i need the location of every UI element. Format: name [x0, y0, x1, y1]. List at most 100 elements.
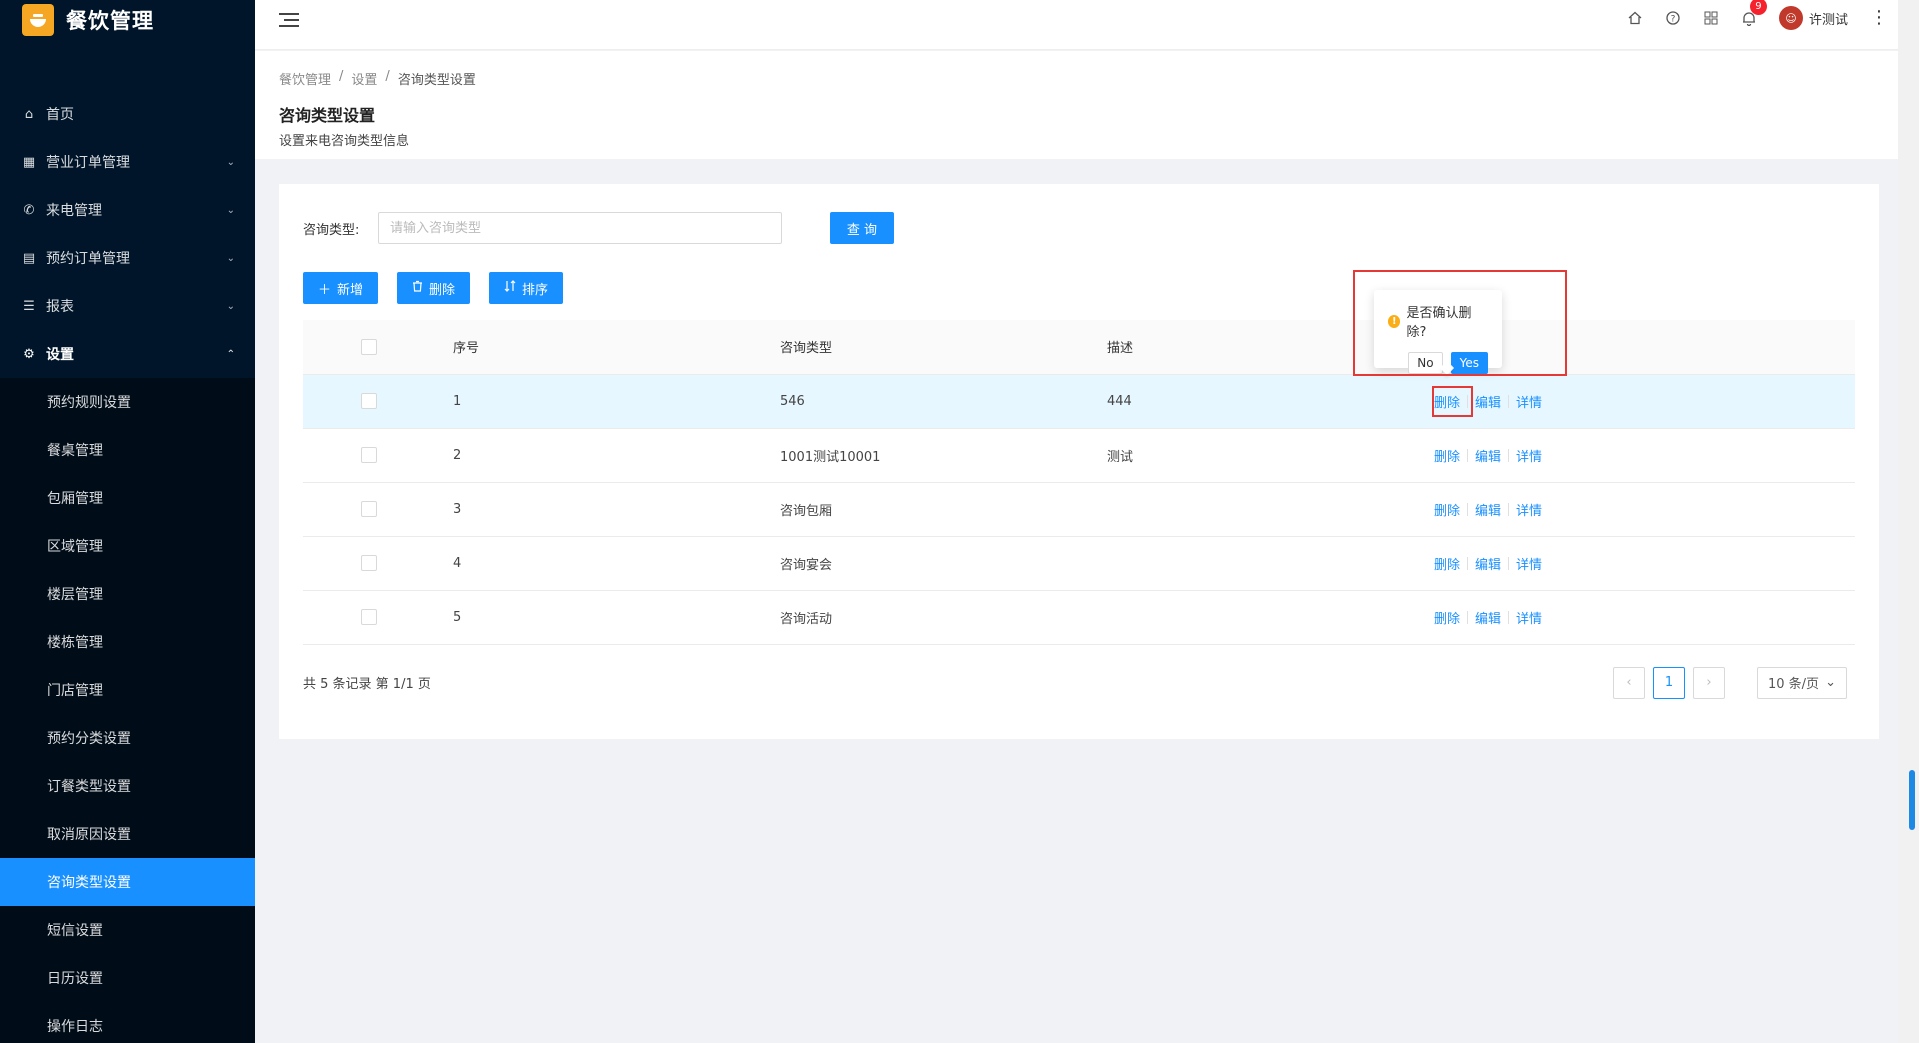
table-row: 2 1001测试10001 测试 删除 编辑 详情: [303, 428, 1855, 482]
submenu-item-3[interactable]: 区域管理: [0, 522, 255, 570]
submenu-item-10[interactable]: 咨询类型设置: [0, 858, 255, 906]
chevron-down-icon: ⌄: [1825, 675, 1836, 690]
row-delete-link[interactable]: 删除: [1434, 392, 1460, 411]
submenu-item-1[interactable]: 餐桌管理: [0, 426, 255, 474]
vertical-scrollbar[interactable]: [1898, 0, 1919, 1043]
page-number-button[interactable]: 1: [1653, 666, 1685, 699]
table-row: 3 咨询包厢 删除 编辑 详情: [303, 482, 1855, 536]
row-detail-link[interactable]: 详情: [1516, 446, 1542, 465]
sort-button[interactable]: 排序: [489, 272, 564, 304]
sidebar-item-5[interactable]: ⚙ 设置 ⌃: [0, 330, 255, 378]
search-input[interactable]: [378, 212, 782, 244]
row-edit-link[interactable]: 编辑: [1475, 608, 1501, 627]
chevron-icon: ⌄: [226, 156, 235, 168]
row-checkbox[interactable]: [361, 501, 377, 517]
row-actions: 删除 编辑 详情: [1434, 392, 1855, 411]
row-delete-link[interactable]: 删除: [1434, 554, 1460, 573]
row-detail-link[interactable]: 详情: [1516, 500, 1542, 519]
cell-type: 546: [780, 393, 805, 409]
submenu-item-2[interactable]: 包厢管理: [0, 474, 255, 522]
gear-icon: ⚙: [23, 346, 35, 362]
row-actions: 删除 编辑 详情: [1434, 500, 1855, 519]
table-row: 1 546 444 删除 编辑 详情: [303, 374, 1855, 428]
row-actions: 删除 编辑 详情: [1434, 608, 1855, 627]
delete-button[interactable]: 删除: [397, 272, 471, 304]
submenu-item-12[interactable]: 日历设置: [0, 954, 255, 1002]
top-header: ? 9 ☺ 许测试 ⋮: [255, 0, 1898, 50]
pagination: ‹ 1 › 10 条/页 ⌄: [1613, 666, 1847, 699]
user-menu[interactable]: ☺ 许测试: [1778, 6, 1848, 30]
cell-index: 5: [453, 609, 462, 625]
row-checkbox[interactable]: [361, 609, 377, 625]
popconfirm-yes-button[interactable]: Yes: [1450, 352, 1488, 374]
submenu-item-0[interactable]: 预约规则设置: [0, 378, 255, 426]
prev-page-button[interactable]: ‹: [1613, 666, 1645, 699]
submenu-item-7[interactable]: 预约分类设置: [0, 714, 255, 762]
select-all-checkbox[interactable]: [361, 338, 377, 355]
home-icon[interactable]: [1627, 10, 1643, 26]
sidebar-item-0[interactable]: ⌂ 首页: [0, 90, 255, 138]
row-checkbox[interactable]: [361, 555, 377, 571]
sidebar-item-4[interactable]: ☰ 报表 ⌄: [0, 282, 255, 330]
cell-description: [1107, 590, 1434, 644]
row-checkbox[interactable]: [361, 393, 377, 409]
chevron-icon: ⌄: [226, 300, 235, 312]
row-edit-link[interactable]: 编辑: [1475, 500, 1501, 519]
table-header-row: 序号 咨询类型 描述: [303, 320, 1855, 375]
submenu-item-4[interactable]: 楼层管理: [0, 570, 255, 618]
add-button[interactable]: ＋ 新增: [303, 272, 379, 304]
sidebar-item-2[interactable]: ✆ 来电管理 ⌄: [0, 186, 255, 234]
submenu-item-8[interactable]: 订餐类型设置: [0, 762, 255, 810]
divider: [1467, 448, 1469, 462]
query-button[interactable]: 查 询: [830, 212, 894, 244]
row-edit-link[interactable]: 编辑: [1475, 554, 1501, 573]
breadcrumb-item[interactable]: 设置: [351, 69, 377, 88]
row-delete-link[interactable]: 删除: [1434, 608, 1460, 627]
cell-description: 444: [1107, 393, 1132, 409]
row-delete-link[interactable]: 删除: [1434, 500, 1460, 519]
row-actions: 删除 编辑 详情: [1434, 554, 1855, 573]
row-edit-link[interactable]: 编辑: [1475, 392, 1501, 411]
row-detail-link[interactable]: 详情: [1516, 392, 1542, 411]
submenu-item-6[interactable]: 门店管理: [0, 666, 255, 714]
sidebar-item-label: 设置: [46, 347, 74, 363]
toolbar: ＋ 新增 删除 排序: [303, 272, 1855, 304]
breadcrumb-item[interactable]: 餐饮管理: [279, 69, 331, 88]
bell-icon[interactable]: 9: [1741, 0, 1767, 26]
scrollbar-thumb[interactable]: [1909, 770, 1915, 830]
sidebar-item-label: 营业订单管理: [46, 155, 130, 171]
apps-grid-icon[interactable]: [1703, 10, 1719, 26]
sidebar-item-1[interactable]: ▦ 营业订单管理 ⌄: [0, 138, 255, 186]
row-detail-link[interactable]: 详情: [1516, 554, 1542, 573]
sidebar-item-3[interactable]: ▤ 预约订单管理 ⌄: [0, 234, 255, 282]
row-delete-link[interactable]: 删除: [1434, 446, 1460, 465]
submenu-item-9[interactable]: 取消原因设置: [0, 810, 255, 858]
row-detail-link[interactable]: 详情: [1516, 608, 1542, 627]
more-vertical-icon[interactable]: ⋮: [1870, 9, 1888, 27]
submenu-item-11[interactable]: 短信设置: [0, 906, 255, 954]
table-footer: 共 5 条记录 第 1/1 页 ‹ 1 › 10 条/页 ⌄: [303, 666, 1855, 699]
cell-description: 测试: [1107, 449, 1134, 465]
row-checkbox[interactable]: [361, 447, 377, 463]
cell-description: [1107, 536, 1434, 590]
row-edit-link[interactable]: 编辑: [1475, 446, 1501, 465]
sort-icon: [504, 280, 516, 296]
app-title: 餐饮管理: [66, 9, 154, 33]
page-header: 餐饮管理 / 设置 / 咨询类型设置 咨询类型设置 设置来电咨询类型信息: [255, 51, 1898, 159]
avatar: ☺: [1778, 6, 1803, 30]
logo[interactable]: 餐饮管理: [0, 0, 255, 40]
divider: [1508, 610, 1510, 624]
home-icon: ⌂: [24, 106, 34, 122]
divider: [1508, 502, 1510, 516]
table-row: 5 咨询活动 删除 编辑 详情: [303, 590, 1855, 644]
popconfirm-no-button[interactable]: No: [1408, 352, 1443, 374]
submenu-item-13[interactable]: 操作日志: [0, 1002, 255, 1043]
page-size-select[interactable]: 10 条/页 ⌄: [1757, 666, 1847, 699]
help-icon[interactable]: ?: [1665, 10, 1681, 26]
divider: [1508, 556, 1510, 570]
next-page-button[interactable]: ›: [1693, 666, 1725, 699]
menu-fold-icon[interactable]: [279, 10, 299, 30]
page-size-value: 10 条/页: [1768, 677, 1820, 692]
sidebar: 餐饮管理 ⌂ 首页 ▦ 营业订单管理 ⌄ ✆ 来电管理 ⌄ ▤ 预约订单管理 ⌄ ☰ 报表 ⌄ ⚙ 设置 ⌃ 预…: [0, 0, 255, 1043]
submenu-item-5[interactable]: 楼栋管理: [0, 618, 255, 666]
